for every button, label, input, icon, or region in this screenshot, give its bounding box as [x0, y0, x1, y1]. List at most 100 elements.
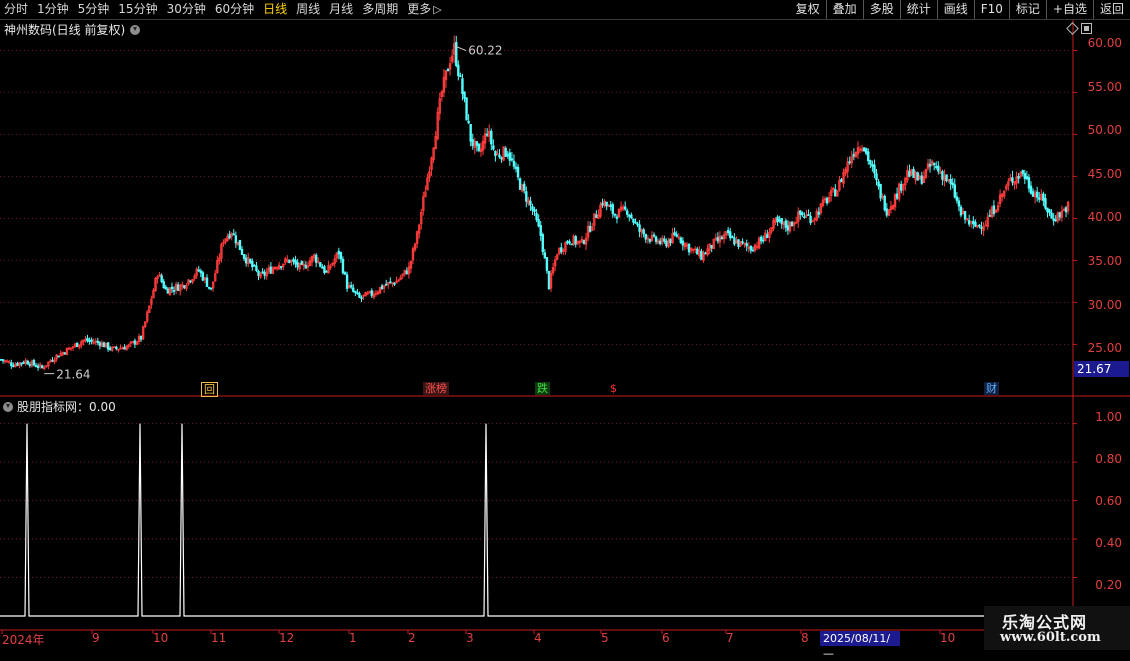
x-tick-label: 2024年	[2, 633, 45, 647]
x-tick-label: 3	[466, 631, 474, 645]
candle-body	[133, 340, 137, 345]
dropdown-circle-icon[interactable]	[3, 401, 13, 412]
candle-body	[762, 239, 765, 242]
candle-body	[908, 170, 911, 177]
x-tick-label: 12	[279, 631, 295, 645]
event-marker-hui[interactable]: 回	[201, 382, 218, 397]
candle-body	[673, 232, 676, 236]
candle-body	[467, 120, 470, 124]
candle-body	[294, 260, 297, 265]
candle-body	[895, 193, 899, 199]
candle-body	[687, 243, 691, 253]
candle-body	[385, 283, 388, 286]
candle-body	[370, 290, 374, 297]
candle-body	[588, 225, 592, 232]
candle-body	[935, 166, 938, 168]
candle-body	[1050, 212, 1053, 219]
candle-body	[189, 280, 192, 283]
candle-body	[22, 361, 25, 364]
y-tick-label: 30.00	[1087, 298, 1122, 312]
dropdown-circle-icon[interactable]	[130, 24, 141, 35]
candle-body	[249, 258, 252, 263]
candle-body	[817, 211, 821, 215]
candle-body	[1058, 212, 1062, 218]
candle-body	[867, 151, 870, 162]
candle-body	[477, 143, 481, 151]
candle-body	[869, 160, 872, 165]
high-annotation-arrow	[456, 46, 467, 52]
main-panel-title: 神州数码(日线 前复权)	[4, 23, 126, 37]
candle-body	[615, 216, 619, 219]
diamond-icon[interactable]	[1066, 22, 1079, 35]
candle-body	[716, 237, 720, 242]
candle-body	[726, 229, 730, 234]
candle-body	[296, 262, 299, 268]
candle-body	[518, 178, 522, 190]
candle-body	[848, 161, 851, 164]
candle-body	[852, 154, 856, 157]
x-tick-label: 11	[211, 631, 227, 645]
candle-body	[570, 243, 573, 246]
candle-body	[928, 164, 932, 167]
candle-body	[784, 220, 788, 228]
candle-body	[700, 250, 703, 260]
candle-body	[199, 270, 203, 274]
event-marker-cai[interactable]: 财	[984, 382, 999, 395]
candle-body	[737, 239, 740, 247]
candle-body	[611, 204, 615, 214]
candle-body	[920, 175, 924, 184]
candle-body	[912, 168, 915, 178]
x-tick-label: 1	[349, 631, 357, 645]
candle-body	[360, 297, 363, 299]
candle-body	[801, 212, 804, 216]
candle-body	[463, 91, 466, 99]
candle-body	[780, 218, 783, 225]
candle-body	[529, 200, 532, 206]
stock-chart-app: 分时 1分钟 5分钟 15分钟 30分钟 60分钟 日线 周线 月线 多周期 更…	[0, 0, 1130, 660]
y-tick-label: 35.00	[1087, 254, 1122, 268]
candle-body	[566, 240, 569, 244]
candle-body	[96, 340, 100, 343]
candle-body	[106, 342, 110, 350]
candle-body	[469, 124, 472, 142]
event-marker-dollar[interactable]: $	[608, 382, 619, 395]
candle-body	[176, 284, 180, 291]
candle-body	[63, 352, 67, 355]
event-marker-zhangbang[interactable]: 涨榜	[423, 382, 449, 395]
candle-body	[255, 265, 258, 271]
low-annotation-label: 21.64	[56, 368, 90, 382]
candle-body	[547, 271, 551, 290]
candle-body	[20, 362, 23, 365]
candle-body	[1021, 170, 1024, 174]
candle-body	[778, 219, 781, 222]
candle-body	[525, 191, 528, 202]
candle-body	[984, 224, 987, 227]
candle-body	[261, 271, 264, 274]
candle-body	[356, 292, 359, 295]
candle-body	[345, 274, 349, 289]
candle-body	[980, 226, 983, 229]
candle-body	[253, 264, 256, 267]
event-marker-die[interactable]: 跌	[535, 382, 550, 395]
candle-body	[741, 241, 744, 244]
candle-body	[955, 196, 959, 201]
candle-body	[634, 221, 637, 224]
candle-body	[871, 164, 874, 167]
chart-canvas[interactable]: 60.22 21.64	[0, 0, 1130, 650]
candle-body	[630, 214, 633, 219]
candle-body	[288, 259, 291, 264]
candle-body	[510, 158, 514, 161]
candle-body	[446, 68, 450, 72]
candle-body	[160, 275, 163, 283]
candle-body	[492, 145, 495, 150]
candle-body	[389, 281, 392, 284]
cursor-date-box: 2025/08/11/—	[820, 631, 900, 660]
candle-body	[1054, 219, 1057, 222]
candle-body	[86, 337, 89, 342]
candle-body	[139, 335, 143, 340]
candle-body	[123, 346, 126, 350]
candle-body	[535, 213, 538, 221]
y-tick-label: 55.00	[1087, 80, 1122, 94]
maximize-icon[interactable]	[1081, 23, 1092, 34]
candle-body	[636, 223, 639, 226]
